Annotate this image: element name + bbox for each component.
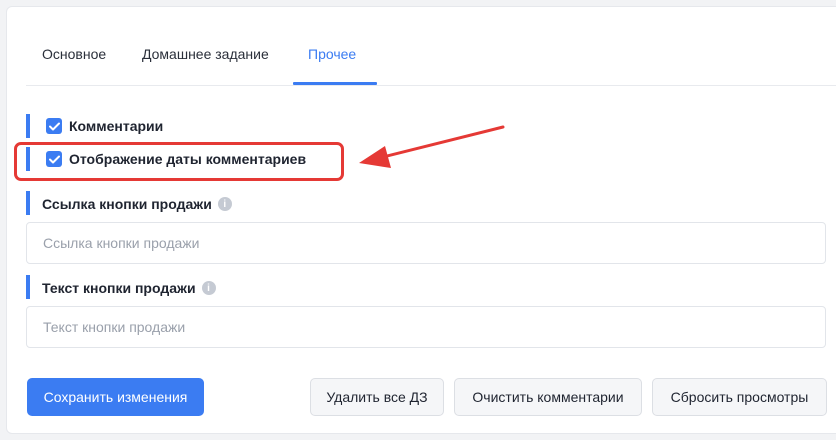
info-icon[interactable]: i [217, 197, 232, 211]
section-marker [26, 275, 30, 299]
sale-link-input[interactable] [26, 222, 826, 264]
tab-bar: Основное Домашнее задание Прочее [26, 34, 836, 86]
annotation-highlight-box [14, 142, 344, 181]
delete-all-homework-button[interactable]: Удалить все ДЗ [310, 378, 444, 416]
save-changes-button[interactable]: Сохранить изменения [27, 378, 204, 416]
checkmark-icon [48, 122, 60, 130]
comments-checkbox-label: Комментарии [69, 118, 164, 134]
comments-checkbox-row[interactable]: Комментарии [46, 118, 163, 134]
sale-text-input[interactable] [26, 306, 826, 348]
section-marker [26, 114, 30, 138]
comments-checkbox[interactable] [46, 118, 62, 134]
clear-comments-button[interactable]: Очистить комментарии [454, 378, 642, 416]
annotation-arrow-icon [359, 125, 505, 168]
section-marker [26, 191, 30, 215]
active-tab-indicator [293, 82, 377, 85]
reset-views-button[interactable]: Сбросить просмотры [652, 378, 827, 416]
tab-homework[interactable]: Домашнее задание [142, 46, 269, 62]
sale-text-label: Текст кнопки продажи i [42, 280, 216, 296]
tab-other[interactable]: Прочее [308, 46, 356, 62]
sale-link-label: Ссылка кнопки продажи i [42, 196, 232, 212]
sale-link-label-text: Ссылка кнопки продажи [42, 196, 212, 212]
info-icon[interactable]: i [201, 281, 216, 295]
sale-text-label-text: Текст кнопки продажи [42, 280, 196, 296]
tab-general[interactable]: Основное [42, 46, 106, 62]
